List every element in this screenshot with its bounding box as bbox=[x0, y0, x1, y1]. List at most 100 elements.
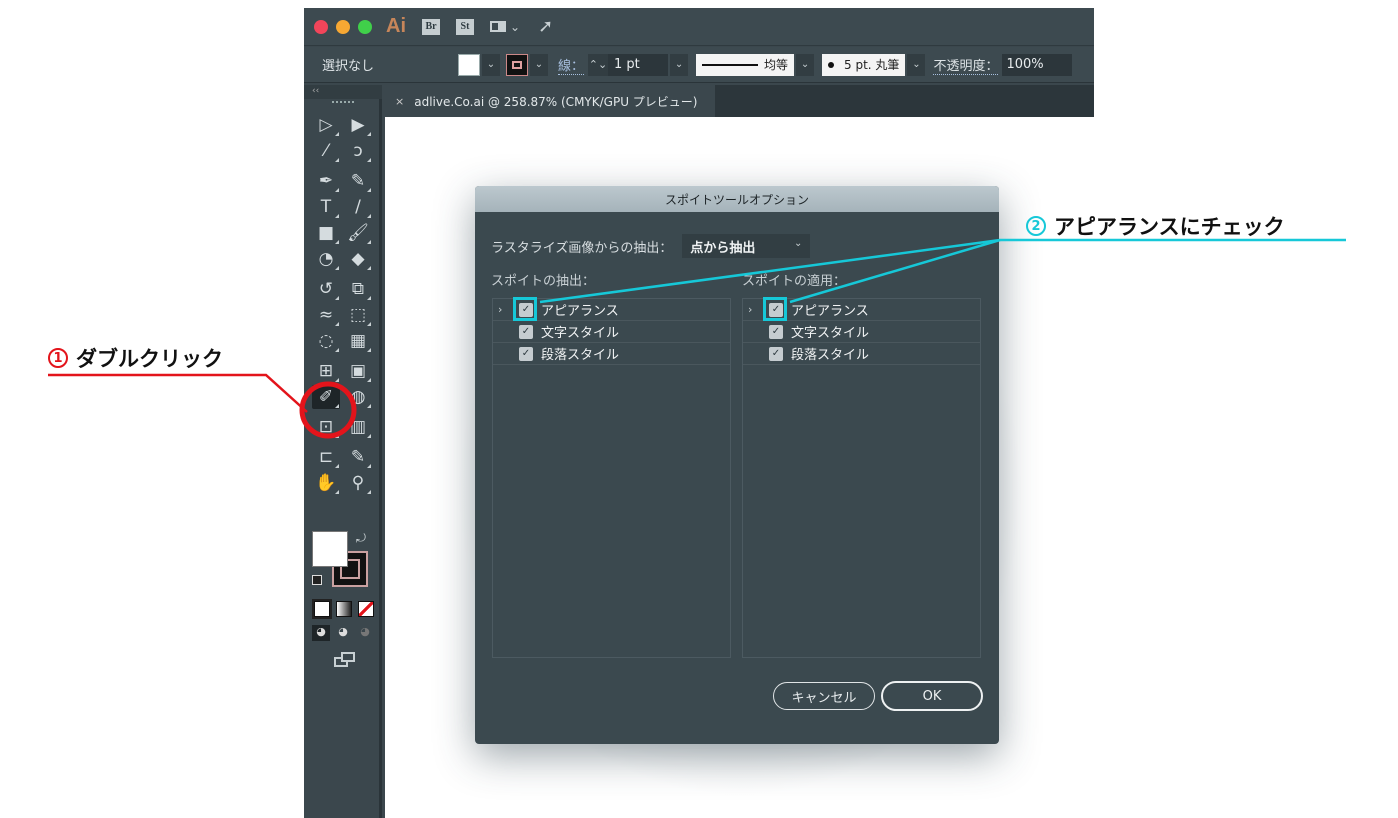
scale-tool[interactable]: ⧉ bbox=[344, 277, 372, 301]
warp-tool[interactable]: ≈ bbox=[312, 303, 340, 327]
stroke-label-link[interactable]: 線： bbox=[558, 55, 585, 75]
brush-dot-icon bbox=[828, 61, 835, 68]
shape-builder-icon: ◌ bbox=[318, 331, 334, 351]
none-mode-button[interactable] bbox=[358, 601, 374, 617]
checkbox[interactable]: ✓ bbox=[769, 346, 783, 361]
checkbox[interactable]: ✓ bbox=[519, 346, 533, 361]
stroke-dropdown[interactable]: ⌄ bbox=[530, 53, 548, 76]
fill-swatch[interactable] bbox=[458, 53, 480, 76]
paintbrush-icon: 🖌 bbox=[347, 223, 369, 243]
artboard-tool[interactable]: ⊏ bbox=[312, 445, 340, 469]
stroke-swatch-icon bbox=[512, 60, 522, 69]
tool-group-corner bbox=[335, 348, 339, 352]
eraser-tool[interactable]: ◆ bbox=[344, 247, 372, 271]
shaper-tool[interactable]: ◔ bbox=[312, 247, 340, 271]
document-tab[interactable]: × adlive.Co.ai @ 258.87% (CMYK/GPU プレビュー… bbox=[385, 85, 715, 117]
line-tool[interactable]: / bbox=[344, 195, 372, 219]
pen-tool[interactable]: ✒ bbox=[312, 169, 340, 193]
minimize-window-button[interactable] bbox=[336, 19, 350, 34]
blend-tool[interactable]: ◍ bbox=[344, 385, 372, 409]
screen-mode-icon[interactable] bbox=[334, 652, 356, 668]
tool-group-corner bbox=[367, 322, 371, 326]
chevron-down-icon: ⌄ bbox=[793, 238, 803, 249]
zoom-window-button[interactable] bbox=[358, 19, 372, 34]
checkbox[interactable]: ✓ bbox=[769, 324, 783, 339]
draw-normal-icon[interactable]: ◕ bbox=[312, 625, 330, 641]
stroke-swatch[interactable] bbox=[506, 53, 528, 76]
column-graph-tool[interactable]: ▥ bbox=[344, 415, 372, 439]
default-fill-stroke-icon[interactable] bbox=[312, 575, 322, 585]
ok-button[interactable]: OK bbox=[881, 681, 983, 711]
profile-label: 均等 bbox=[764, 58, 789, 72]
control-bar: 選択なし ⌄ ⌄ 線： ⌃⌄ 1 pt ⌄ 均等 ⌄ 5 pt. 丸筆 ⌄ 不透… bbox=[304, 47, 1094, 83]
mesh-tool[interactable]: ⊞ bbox=[312, 359, 340, 383]
tool-group-corner bbox=[335, 266, 339, 270]
zoom-tool[interactable]: ⚲ bbox=[344, 471, 372, 495]
shape-builder-tool[interactable]: ◌ bbox=[312, 329, 340, 353]
tool-panel-collapse[interactable]: ‹‹ bbox=[304, 85, 382, 99]
perspective-grid-tool[interactable]: ▦ bbox=[344, 329, 372, 353]
opacity-input[interactable]: 100% bbox=[1002, 53, 1073, 76]
zoom-icon: ⚲ bbox=[351, 473, 365, 493]
gradient-tool[interactable]: ▣ bbox=[344, 359, 372, 383]
tool-group-corner bbox=[335, 296, 339, 300]
direct-selection-icon: ▶ bbox=[351, 115, 365, 135]
type-tool[interactable]: T bbox=[312, 195, 340, 219]
paintbrush-tool[interactable]: 🖌 bbox=[344, 221, 372, 245]
step-1-text: ダブルクリック bbox=[76, 347, 223, 371]
draw-behind-icon[interactable]: ◕ bbox=[334, 625, 352, 641]
panel-grip[interactable] bbox=[332, 101, 354, 105]
selection-status: 選択なし bbox=[322, 59, 375, 74]
rectangle-tool[interactable]: ■ bbox=[312, 221, 340, 245]
variable-width-profile[interactable]: 均等 bbox=[696, 53, 795, 76]
lasso-tool[interactable]: ↄ bbox=[344, 139, 372, 163]
checkbox[interactable]: ✓ bbox=[519, 324, 533, 339]
hand-tool[interactable]: ✋ bbox=[312, 471, 340, 495]
fill-color-box[interactable] bbox=[312, 531, 348, 567]
tool-group-corner bbox=[335, 434, 339, 438]
slice-tool[interactable]: ✎ bbox=[344, 445, 372, 469]
cancel-button[interactable]: キャンセル bbox=[773, 682, 875, 710]
opacity-label-link[interactable]: 不透明度： bbox=[933, 55, 999, 75]
tool-group-corner bbox=[367, 490, 371, 494]
symbol-sprayer-tool[interactable]: ⊡ bbox=[312, 415, 340, 439]
workspace-layout-button[interactable]: ⌄ bbox=[490, 20, 520, 34]
raster-sample-value: 点から抽出 bbox=[690, 240, 756, 256]
direct-selection-tool[interactable]: ▶ bbox=[344, 113, 372, 137]
expand-chevron-icon[interactable]: › bbox=[498, 303, 502, 316]
close-tab-icon[interactable]: × bbox=[395, 95, 404, 108]
layout-icon bbox=[490, 21, 506, 32]
curvature-tool[interactable]: ✎ bbox=[344, 169, 372, 193]
close-window-button[interactable] bbox=[314, 19, 328, 34]
fill-dropdown[interactable]: ⌄ bbox=[482, 53, 500, 76]
rectangle-icon: ■ bbox=[317, 223, 335, 243]
free-transform-tool[interactable]: ⬚ bbox=[344, 303, 372, 327]
tool-group-corner bbox=[367, 378, 371, 382]
stroke-width-stepper[interactable]: ⌃⌄ bbox=[588, 53, 609, 76]
brush-dropdown[interactable]: ⌄ bbox=[907, 53, 926, 76]
eyedropper-tool[interactable]: ✐ bbox=[312, 385, 340, 409]
color-mode-button[interactable] bbox=[314, 601, 330, 617]
bridge-button[interactable]: Br bbox=[422, 18, 440, 35]
expand-chevron-icon[interactable]: › bbox=[748, 303, 752, 316]
raster-sample-select[interactable]: 点から抽出 ⌄ bbox=[682, 234, 811, 258]
profile-dropdown[interactable]: ⌄ bbox=[796, 53, 815, 76]
magic-wand-tool[interactable]: ⁄ bbox=[312, 139, 340, 163]
draw-inside-icon[interactable]: ◕ bbox=[356, 625, 374, 641]
stroke-width-dropdown[interactable]: ⌄ bbox=[670, 53, 689, 76]
step-2-text: アピアランスにチェック bbox=[1054, 215, 1285, 239]
pick-up-list: › ✓ アピアランス ✓ 文字スタイル ✓ 段落スタイル bbox=[492, 297, 731, 658]
document-tab-title: adlive.Co.ai @ 258.87% (CMYK/GPU プレビュー) bbox=[414, 94, 698, 109]
checkbox-highlight bbox=[763, 297, 787, 321]
stroke-width-input[interactable]: 1 pt bbox=[608, 53, 669, 76]
brush-definition[interactable]: 5 pt. 丸筆 bbox=[822, 53, 906, 76]
check-icon: ✓ bbox=[771, 348, 781, 359]
swap-fill-stroke-icon[interactable]: ⤾ bbox=[356, 531, 366, 546]
rocket-icon[interactable]: ➚ bbox=[538, 16, 553, 37]
tool-group-corner bbox=[335, 404, 339, 408]
check-icon: ✓ bbox=[521, 348, 531, 359]
rotate-tool[interactable]: ↺ bbox=[312, 277, 340, 301]
gradient-mode-button[interactable] bbox=[336, 601, 352, 617]
stock-button[interactable]: St bbox=[456, 18, 474, 35]
selection-tool[interactable]: ▷ bbox=[312, 113, 340, 137]
